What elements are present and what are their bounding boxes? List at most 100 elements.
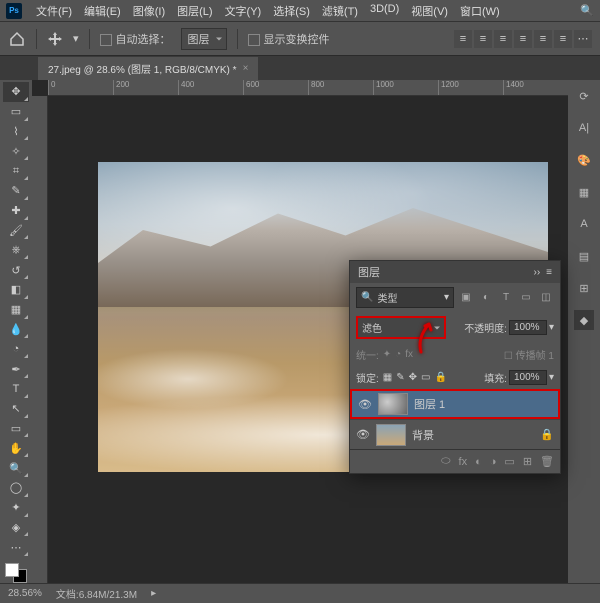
lock-all-icon[interactable]: 🔒 (434, 372, 446, 383)
distribute-icon[interactable]: ⋯ (574, 30, 592, 48)
menu-item[interactable]: 文字(Y) (219, 3, 268, 19)
auto-select-checkbox[interactable]: 自动选择： (100, 31, 171, 47)
filter-shape-icon[interactable]: ▭ (518, 291, 534, 305)
dodge-tool[interactable]: ◔ (3, 339, 29, 359)
menu-item[interactable]: 文件(F) (30, 3, 78, 19)
visibility-icon[interactable]: 👁 (356, 428, 370, 441)
unify-label: 统一: (356, 347, 379, 362)
history-tool[interactable]: ↺ (3, 260, 29, 280)
collapse-icon[interactable]: ›› (533, 267, 540, 278)
wand-tool[interactable]: ✧ (3, 141, 29, 161)
layer-row[interactable]: 👁 背景 🔒 (350, 419, 560, 449)
align-middle-icon[interactable]: ≡ (534, 30, 552, 48)
pen-tool[interactable]: ✒ (3, 359, 29, 379)
menu-item[interactable]: 选择(S) (267, 3, 316, 19)
filter-text-icon[interactable]: T (498, 291, 514, 305)
lock-pixels-icon[interactable]: ▦ (383, 372, 392, 383)
crop-tool[interactable]: ⌗ (3, 161, 29, 181)
chevron-down-icon[interactable]: ▾ (549, 372, 554, 383)
menu-item[interactable]: 3D(D) (364, 3, 405, 19)
move-tool[interactable]: ✥ (3, 82, 29, 102)
align-right-icon[interactable]: ≡ (494, 30, 512, 48)
delete-icon[interactable]: 🗑 (540, 455, 554, 468)
auto-select-dropdown[interactable]: 图层 (181, 28, 227, 50)
layer-name[interactable]: 图层 1 (414, 396, 445, 412)
propagate-checkbox[interactable]: ☐ 传播帧 1 (504, 347, 554, 362)
search-icon[interactable]: 🔍 (580, 4, 594, 17)
tab-close-icon[interactable]: × (243, 63, 249, 74)
3d-tool[interactable]: ◈ (3, 518, 29, 538)
visibility-icon[interactable]: 👁 (358, 398, 372, 411)
document-size[interactable]: 文档:6.84M/21.3M (56, 586, 137, 601)
menu-item[interactable]: 图像(I) (127, 3, 171, 19)
layer-thumbnail[interactable] (376, 424, 406, 446)
more-tool[interactable]: ⋯ (3, 537, 29, 557)
unify-visibility-icon[interactable]: ◔ (395, 349, 401, 360)
fill-value[interactable]: 100% (509, 370, 547, 385)
marquee-tool[interactable]: ▭ (3, 102, 29, 122)
heal-tool[interactable]: ✚ (3, 201, 29, 221)
chevron-down-icon[interactable]: ▾ (549, 322, 554, 333)
lock-position-icon[interactable]: ✥ (409, 372, 417, 383)
show-transform-checkbox[interactable]: 显示变换控件 (248, 31, 330, 47)
hand-tool[interactable]: ✋ (3, 438, 29, 458)
fx-icon[interactable]: fx (459, 456, 468, 468)
adjustment-icon[interactable]: ◑ (490, 456, 497, 468)
zoom-level[interactable]: 28.56% (8, 588, 42, 599)
chevron-down-icon[interactable]: ▾ (73, 32, 79, 45)
history-panel-icon[interactable]: ⟳ (574, 86, 594, 106)
menu-item[interactable]: 窗口(W) (454, 3, 506, 19)
panel-menu-icon[interactable]: ≡ (546, 267, 552, 278)
align-top-icon[interactable]: ≡ (514, 30, 532, 48)
align-bottom-icon[interactable]: ≡ (554, 30, 572, 48)
filter-image-icon[interactable]: ▣ (458, 291, 474, 305)
align-center-icon[interactable]: ≡ (474, 30, 492, 48)
adjust-panel-icon[interactable]: ▤ (574, 246, 594, 266)
blur-tool[interactable]: 💧 (3, 320, 29, 340)
ellipse-tool[interactable]: ◯ (3, 478, 29, 498)
gradient-tool[interactable]: ▦ (3, 300, 29, 320)
unify-style-icon[interactable]: fx (405, 349, 413, 360)
menu-item[interactable]: 图层(L) (171, 3, 218, 19)
link-icon[interactable]: ⬭ (441, 455, 450, 468)
new-layer-icon[interactable]: ⊞ (523, 455, 532, 468)
lock-brush-icon[interactable]: ✎ (396, 372, 404, 383)
ruler-vertical (32, 96, 48, 583)
home-icon[interactable] (8, 30, 26, 48)
filter-smart-icon[interactable]: ◫ (538, 291, 554, 305)
glyph-panel-icon[interactable]: A (574, 214, 594, 234)
menu-item[interactable]: 滤镜(T) (316, 3, 364, 19)
char-panel-icon[interactable]: A| (574, 118, 594, 138)
path-tool[interactable]: ↖ (3, 399, 29, 419)
zoom-tool[interactable]: 🔍 (3, 458, 29, 478)
stamp-tool[interactable]: ⎈ (3, 240, 29, 260)
color-panel-icon[interactable]: 🎨 (574, 150, 594, 170)
type-tool[interactable]: T (3, 379, 29, 399)
layer-name[interactable]: 背景 (412, 427, 434, 443)
eyedrop-tool[interactable]: ✎ (3, 181, 29, 201)
swatches-panel-icon[interactable]: ▦ (574, 182, 594, 202)
grid-panel-icon[interactable]: ⊞ (574, 278, 594, 298)
layer-row-selected[interactable]: 👁 图层 1 (350, 389, 560, 419)
document-tab[interactable]: 27.jpeg @ 28.6% (图层 1, RGB/8/CMYK) * × (38, 57, 258, 80)
mask-icon[interactable]: ◐ (475, 456, 482, 468)
group-icon[interactable]: ▭ (504, 455, 514, 468)
opacity-value[interactable]: 100% (509, 320, 547, 335)
rect-tool[interactable]: ▭ (3, 419, 29, 439)
brush-tool[interactable]: 🖌 (3, 221, 29, 241)
lasso-tool[interactable]: ⌇ (3, 122, 29, 142)
color-swatch[interactable] (5, 563, 27, 583)
menu-item[interactable]: 视图(V) (405, 3, 454, 19)
eraser-tool[interactable]: ◧ (3, 280, 29, 300)
chevron-right-icon[interactable]: ▸ (151, 588, 156, 599)
layers-panel-icon[interactable]: ◆ (574, 310, 594, 330)
custom-tool[interactable]: ✦ (3, 498, 29, 518)
align-left-icon[interactable]: ≡ (454, 30, 472, 48)
layer-thumbnail[interactable] (378, 393, 408, 415)
move-tool-icon[interactable] (47, 31, 63, 47)
unify-position-icon[interactable]: ✦ (383, 349, 391, 360)
lock-artboard-icon[interactable]: ▭ (421, 372, 430, 383)
filter-adjust-icon[interactable]: ◐ (478, 291, 494, 305)
menu-item[interactable]: 编辑(E) (78, 3, 127, 19)
layer-filter-dropdown[interactable]: 🔍 类型 ▾ (356, 287, 454, 308)
